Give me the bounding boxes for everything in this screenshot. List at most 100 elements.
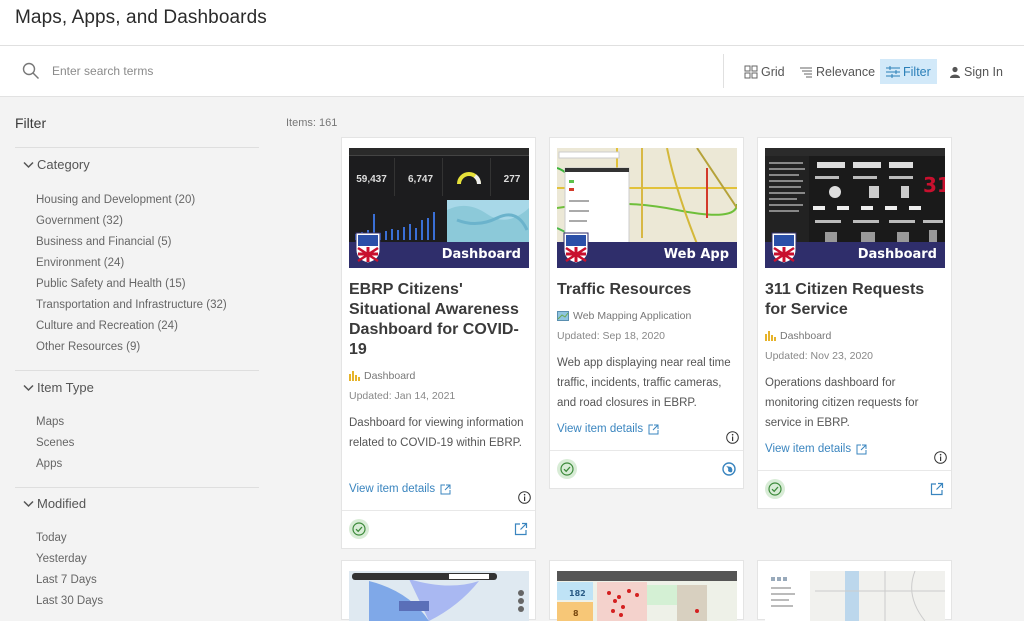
info-icon[interactable] (934, 451, 947, 464)
modified-section-toggle[interactable]: Modified (23, 496, 86, 511)
check-circle-icon (352, 522, 366, 536)
launch-icon[interactable] (930, 482, 944, 496)
chevron-down-icon (23, 384, 34, 391)
item-type-section-toggle[interactable]: Item Type (23, 380, 94, 395)
card-description: Dashboard for viewing information relate… (349, 417, 524, 449)
category-section-toggle[interactable]: Category (23, 157, 90, 172)
info-icon[interactable] (726, 431, 739, 444)
authoritative-badge (557, 459, 577, 479)
link-label: View item details (349, 483, 436, 495)
search-input[interactable] (52, 60, 692, 82)
filter-option[interactable]: Culture and Recreation (24) (36, 320, 178, 332)
card-type: Dashboard (765, 330, 831, 342)
result-card-partial (341, 560, 536, 621)
filter-option[interactable]: Apps (36, 458, 62, 470)
card-title[interactable]: 311 Citizen Requests for Service (765, 280, 945, 320)
external-link-icon (648, 424, 659, 434)
filter-option[interactable]: Yesterday (36, 553, 87, 565)
view-item-details-link[interactable]: View item details (557, 423, 659, 435)
card-updated: Updated: Sep 18, 2020 (557, 330, 666, 342)
card-type-label: Dashboard (780, 330, 832, 342)
filter-option[interactable]: Last 30 Days (36, 595, 103, 607)
filter-option[interactable]: Environment (24) (36, 257, 124, 269)
card-updated: Updated: Jan 14, 2021 (349, 390, 456, 402)
bar-chart-icon (349, 371, 360, 381)
bar-chart-icon (765, 331, 776, 341)
modified-heading: Modified (37, 496, 87, 511)
card-thumbnail[interactable] (349, 571, 529, 621)
check-circle-icon (560, 462, 574, 476)
filter-option[interactable]: Last 7 Days (36, 574, 97, 586)
thumb-stat: 277 (503, 174, 521, 185)
sort-icon (800, 67, 812, 77)
search-icon (22, 62, 39, 79)
items-count: Items: 161 (286, 117, 338, 129)
card-type-label: Web Mapping Application (573, 310, 692, 322)
filter-option[interactable]: Transportation and Infrastructure (32) (36, 299, 227, 311)
divider (15, 370, 259, 371)
gauge-widget (447, 158, 491, 196)
page-title: Maps, Apps, and Dashboards (15, 7, 267, 28)
card-updated: Updated: Nov 23, 2020 (765, 350, 873, 362)
card-thumbnail[interactable]: 311 Dashboard (765, 148, 945, 268)
card-type: Web Mapping Application (557, 310, 691, 322)
svg-text:8: 8 (573, 609, 579, 618)
sort-label: Relevance (816, 64, 876, 79)
view-item-details-link[interactable]: View item details (765, 443, 867, 455)
grid-icon (744, 65, 758, 78)
card-description: Web app displaying near real time traffi… (557, 357, 731, 409)
drainage-map-image (352, 573, 524, 621)
filter-option[interactable]: Business and Financial (5) (36, 236, 172, 248)
sign-in-label: Sign In (964, 64, 1003, 79)
authoritative-badge (765, 479, 785, 499)
result-card: Web App Traffic Resources Web Mapping Ap… (549, 137, 744, 489)
category-heading: Category (37, 157, 90, 172)
external-link-icon (856, 444, 867, 454)
web-map-app-icon (557, 311, 569, 321)
sort-button[interactable]: Relevance (793, 59, 881, 84)
item-type-heading: Item Type (37, 380, 94, 395)
svg-text:311: 311 (923, 173, 945, 197)
card-thumbnail[interactable]: 182 8 (557, 571, 737, 621)
external-link-icon (440, 484, 451, 494)
property-dashboard-image: 182 8 (557, 571, 737, 621)
launch-icon[interactable] (514, 522, 528, 536)
filter-option[interactable]: Housing and Development (20) (36, 194, 195, 206)
svg-text:182: 182 (569, 589, 586, 598)
view-item-details-link[interactable]: View item details (349, 483, 451, 495)
filter-option[interactable]: Scenes (36, 437, 74, 449)
globe-icon[interactable] (722, 462, 736, 476)
card-footer (550, 450, 743, 488)
map-widget (447, 200, 529, 246)
toolbar-divider (723, 54, 724, 88)
result-card-partial: 182 8 (549, 560, 744, 621)
card-footer (342, 510, 535, 548)
crest-logo-icon (355, 232, 381, 264)
chevron-down-icon (23, 161, 34, 168)
divider (15, 487, 259, 488)
link-label: View item details (557, 423, 644, 435)
sign-in-button[interactable]: Sign In (943, 59, 1009, 84)
filter-option[interactable]: Today (36, 532, 67, 544)
filter-option[interactable]: Other Resources (9) (36, 341, 140, 353)
card-thumbnail[interactable] (765, 571, 945, 621)
info-icon[interactable] (518, 491, 531, 504)
card-title[interactable]: Traffic Resources (557, 280, 737, 300)
card-title[interactable]: EBRP Citizens' Situational Awareness Das… (349, 280, 529, 360)
card-type: Dashboard (349, 370, 415, 382)
card-footer (758, 470, 951, 508)
crest-logo-icon (563, 232, 589, 264)
filter-title: Filter (15, 115, 47, 131)
filter-button[interactable]: Filter (880, 59, 937, 84)
link-label: View item details (765, 443, 852, 455)
card-thumbnail[interactable]: 59,437 6,747 277 Dashboard (349, 148, 529, 268)
thumb-stat: 6,747 (399, 158, 443, 196)
filter-option[interactable]: Maps (36, 416, 64, 428)
filter-option[interactable]: Government (32) (36, 215, 123, 227)
crest-logo-icon (771, 232, 797, 264)
card-thumbnail[interactable]: Web App (557, 148, 737, 268)
grid-view-button[interactable]: Grid (738, 59, 791, 84)
filter-option[interactable]: Public Safety and Health (15) (36, 278, 186, 290)
result-card: 59,437 6,747 277 Dashboard EBRP Citizens… (341, 137, 536, 549)
result-card: 311 Dashboard 311 Citizen Requests for S… (757, 137, 952, 509)
